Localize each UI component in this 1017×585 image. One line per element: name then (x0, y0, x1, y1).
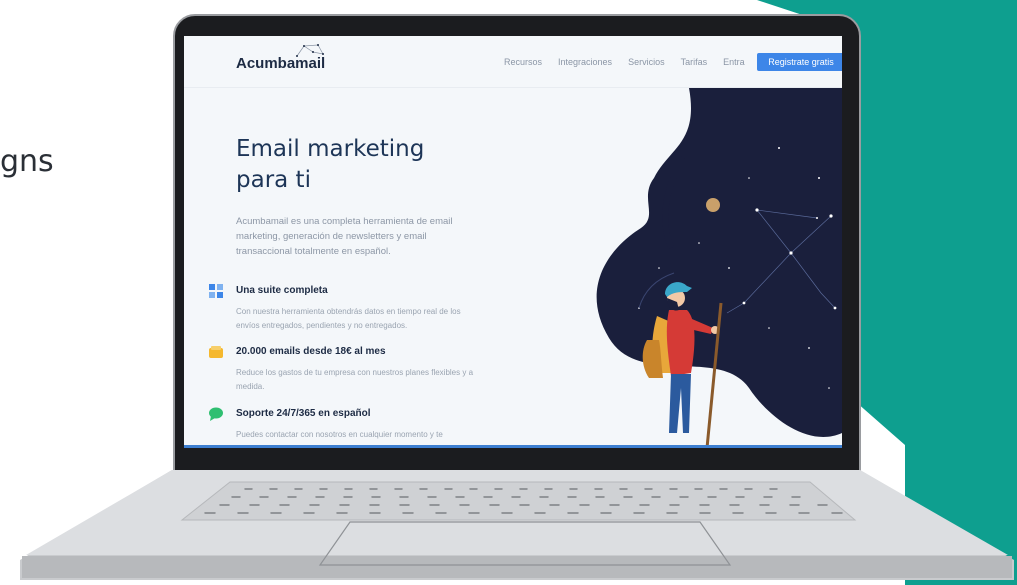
constellation-logo-icon (296, 44, 324, 57)
night-sky-hiker-illustration (596, 88, 842, 445)
hero-title: Email marketing para ti (236, 134, 476, 196)
wallet-icon (209, 346, 223, 358)
feature-title: Una suite completa (236, 285, 328, 296)
nav-link-tarifas[interactable]: Tarifas (681, 57, 708, 67)
feature-text: Puedes contactar con nosotros en cualqui… (236, 430, 443, 439)
grid-icon (209, 284, 223, 298)
slide-partial-heading: gns (0, 144, 54, 179)
chat-icon (209, 407, 223, 421)
feature-text: Con nuestra herramienta obtendrás datos … (236, 307, 461, 330)
laptop-screen: Acumbamail Recursos Integraciones Servic… (184, 36, 842, 448)
hero-description: Acumbamail es una completa herramienta d… (236, 216, 453, 257)
feature-title: Soporte 24/7/365 en español (236, 408, 371, 419)
nav-link-integraciones[interactable]: Integraciones (558, 57, 612, 67)
main-nav: Recursos Integraciones Servicios Tarifas… (504, 57, 745, 67)
feature-title: 20.000 emails desde 18€ al mes (236, 346, 386, 357)
site-header: Acumbamail Recursos Integraciones Servic… (184, 36, 842, 88)
nav-link-servicios[interactable]: Servicios (628, 57, 665, 67)
nav-link-recursos[interactable]: Recursos (504, 57, 542, 67)
nav-link-entra[interactable]: Entra (723, 57, 745, 67)
hero-title-line-2: para ti (236, 167, 311, 193)
hero-title-line-1: Email marketing (236, 136, 425, 162)
feature-text: Reduce los gastos de tu empresa con nues… (236, 368, 474, 391)
register-button[interactable]: Registrate gratis (757, 53, 842, 71)
